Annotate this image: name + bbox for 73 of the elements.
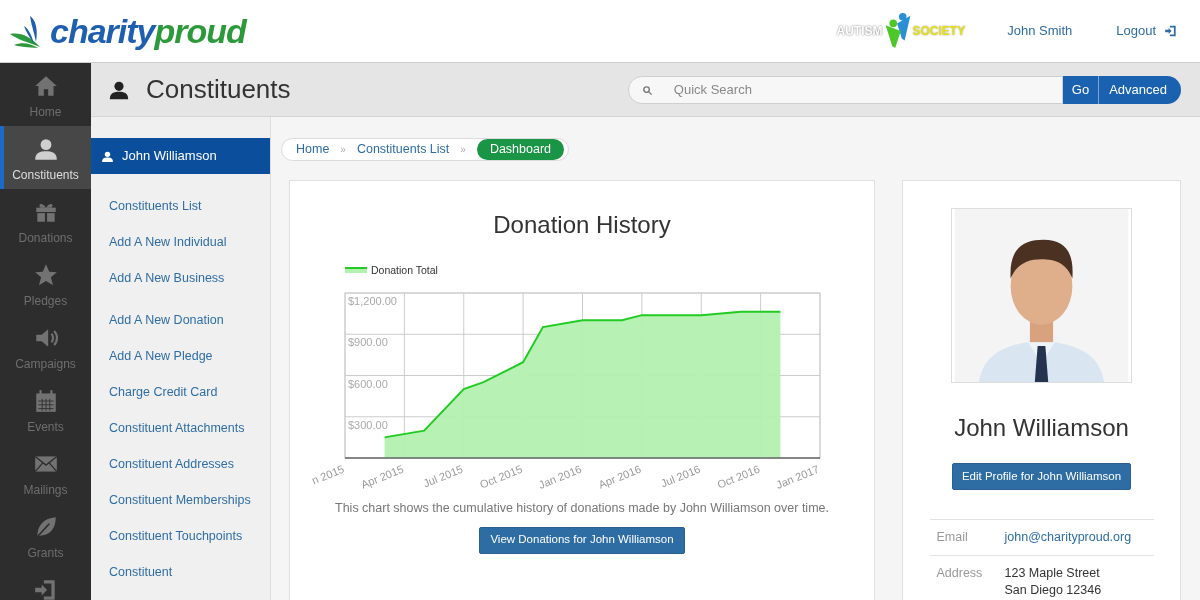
y-tick-label: $300.00 [348,418,388,431]
submenu-link[interactable]: Add A New Business [109,269,259,287]
nav-item[interactable]: Home [0,63,91,126]
page-title: Constituents [146,73,291,106]
nav-item[interactable]: Grants [0,504,91,567]
field-value: 123 Maple Street San Diego 12346 [1004,564,1102,599]
profile-name: John Williamson [954,413,1129,444]
nav-item[interactable]: Campaigns [0,315,91,378]
submenu-link[interactable]: Add A New Donation [109,311,259,329]
nav-label: Home [29,104,62,121]
submenu-link[interactable]: Add A New Pledge [109,347,259,365]
breadcrumb-separator: » [340,142,346,157]
logo-text: charity [50,14,155,48]
submenu-link[interactable]: Add A New Individual [109,233,259,251]
x-tick-label: Jul 2016 [658,462,702,490]
nav-label: Mailings [23,482,68,499]
user-link[interactable]: John Smith [1007,21,1073,41]
search-icon [641,84,653,96]
submenu-link[interactable]: Constituent [109,563,259,581]
person-icon [101,149,114,163]
x-tick-label: Jan 2017 [774,462,821,491]
logo-text: AUTISM [836,23,883,40]
advanced-button[interactable]: Advanced [1099,75,1181,104]
person-icon [32,136,59,162]
x-tick-label: Jul 2015 [421,462,465,490]
field-label: Address [935,564,984,582]
breadcrumb-link[interactable]: Home [296,140,330,159]
logout-label: Logout [1116,22,1156,41]
view-donations-button[interactable]: View Donations for John Williamson [479,526,685,554]
search-field[interactable]: Quick Search [627,75,1063,104]
nav-label: Campaigns [15,356,76,373]
nav-item[interactable]: Pledges [0,252,91,315]
nav-label: Donations [18,230,73,247]
y-tick-label: $900.00 [348,336,388,348]
chart-title: Donation History [493,209,671,240]
breadcrumb-separator: » [460,142,466,157]
submenu-title: John Williamson [122,147,217,166]
nav-item[interactable]: Donations [0,189,91,252]
submenu-link[interactable]: Charge Credit Card [109,383,259,401]
y-tick-label: $1,200.00 [348,294,397,307]
submenu-link[interactable]: Constituent Attachments [109,419,259,437]
legend-label: Donation Total [371,263,438,276]
x-tick-label: Apr 2015 [359,462,406,491]
breadcrumb-link[interactable]: Constituents List [356,140,450,159]
legend-swatch-icon [345,266,367,273]
nav-item[interactable]: Constituents [0,126,91,189]
chart-caption: This chart shows the cumulative history of donations made by John Williamson over time. [335,499,829,517]
submenu-link[interactable]: Constituent Addresses [109,455,259,473]
x-tick-label: Oct 2015 [478,462,524,491]
star-icon [32,262,59,288]
submenu-link[interactable]: Constituent Memberships [109,491,259,509]
nav-label: Events [27,419,64,436]
y-tick-label: $600.00 [348,377,388,390]
x-tick-label: Oct 2016 [715,462,762,491]
nav-label: Pledges [23,293,68,310]
go-button[interactable]: Go [1062,75,1100,104]
nav-label: Grants [27,545,64,562]
breadcrumb-link[interactable]: Dashboard [476,139,565,160]
edit-profile-button[interactable]: Edit Profile for John Williamson [951,463,1132,490]
nav-item[interactable]: Mailings [0,441,91,504]
x-tick-label: Apr 2016 [596,462,643,491]
logout-icon [1164,24,1178,38]
email-link[interactable]: john@charityproud.org [1004,528,1132,546]
x-tick-label: Jan 2016 [536,462,584,491]
nav-item[interactable]: Events [0,378,91,441]
site-logo[interactable]: charityproud [10,14,246,48]
submenu-link[interactable]: Constituent Touchpoints [109,527,259,545]
submenu-link[interactable]: Constituents List [109,197,259,215]
logout-link[interactable]: Logout [1116,21,1178,41]
logo-text: SOCIETY [912,23,966,40]
nav-label: Constituents [12,167,79,184]
x-tick-label: n 2015 [310,462,346,487]
field-label: Email [935,528,969,546]
